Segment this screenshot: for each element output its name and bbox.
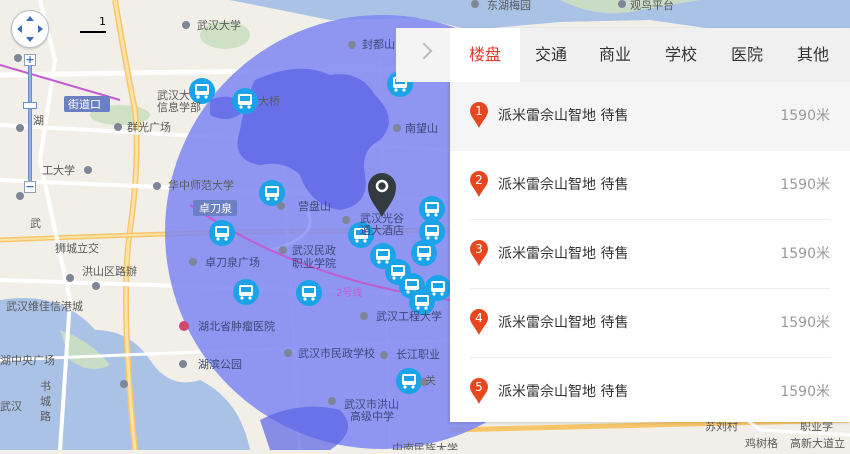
map-scale: 1: [80, 15, 106, 33]
nearby-panel: 楼盘 交通 商业 学校 医院 其他 1 派米雷佘山智地 待售 1590米 2 派…: [396, 28, 850, 422]
numbered-pin-icon: 2: [470, 171, 488, 197]
map-label: 武: [30, 217, 41, 230]
pin-number: 3: [475, 242, 483, 256]
map-label: 华中师范大学: [168, 178, 234, 192]
listing-distance: 1590米: [780, 384, 830, 400]
listing-name: 派米雷佘山智地 待售: [498, 108, 629, 124]
panel-collapse-button[interactable]: [396, 28, 450, 82]
numbered-pin-icon: 3: [470, 240, 488, 266]
listing-name: 派米雷佘山智地 待售: [498, 315, 629, 331]
map-label: 长江职业: [396, 348, 440, 361]
map-label: 营盘山: [298, 199, 331, 213]
chevron-right-icon: [415, 42, 433, 60]
map-label: 城: [40, 395, 51, 408]
zoom-control[interactable]: + −: [23, 52, 37, 198]
list-item[interactable]: 2 派米雷佘山智地 待售 1590米: [470, 151, 830, 220]
numbered-pin-icon: 1: [470, 102, 488, 128]
listing-distance: 1590米: [780, 177, 830, 193]
tab-loupan[interactable]: 楼盘: [450, 28, 520, 82]
listing-distance: 1590米: [780, 108, 830, 124]
tab-xuexiao[interactable]: 学校: [648, 28, 714, 82]
category-tabs: 楼盘 交通 商业 学校 医院 其他: [450, 28, 850, 82]
map-label: 2号线: [336, 286, 362, 299]
map-label: 职业学院: [292, 256, 336, 270]
map-label: 武汉大学: [197, 18, 241, 32]
map-label: 武汉大: [157, 88, 190, 102]
map-label: 观鸟平台: [630, 0, 674, 12]
numbered-pin-icon: 4: [470, 309, 488, 335]
listing-name: 派米雷佘山智地 待售: [498, 246, 629, 262]
pin-number: 2: [475, 173, 483, 187]
list-item[interactable]: 1 派米雷佘山智地 待售 1590米: [450, 82, 850, 151]
map-label: 书: [40, 380, 51, 393]
list-item[interactable]: 3 派米雷佘山智地 待售 1590米: [470, 220, 830, 289]
tab-jiaotong[interactable]: 交通: [520, 28, 582, 82]
listing-list: 1 派米雷佘山智地 待售 1590米 2 派米雷佘山智地 待售 1590米 3 …: [450, 82, 850, 426]
map-label: 武汉市民政学校: [298, 346, 375, 360]
map-label: 卓刀泉: [199, 201, 232, 215]
listing-name: 派米雷佘山智地 待售: [498, 177, 629, 193]
tab-yiyuan[interactable]: 医院: [714, 28, 780, 82]
map-label: 卓刀泉广场: [205, 255, 260, 269]
listing-distance: 1590米: [780, 315, 830, 331]
scale-value: 1: [99, 15, 106, 28]
map-label: 高级中学: [350, 409, 394, 423]
zoom-out-button[interactable]: −: [24, 181, 36, 193]
zoom-slider-track[interactable]: [28, 65, 32, 185]
pin-number: 4: [475, 311, 483, 325]
pan-arrows-icon: [17, 16, 43, 42]
map-label: 武汉民政: [292, 243, 336, 257]
pan-control[interactable]: [11, 10, 49, 48]
numbered-pin-icon: 5: [470, 378, 488, 404]
list-item[interactable]: 4 派米雷佘山智地 待售 1590米: [470, 289, 830, 358]
map-label: 武汉: [0, 400, 22, 413]
listing-distance: 1590米: [780, 246, 830, 262]
map-label: 东湖梅园: [487, 0, 531, 12]
zoom-slider-knob[interactable]: [23, 102, 37, 109]
listing-name: 派米雷佘山智地 待售: [498, 384, 629, 400]
tab-shangye[interactable]: 商业: [582, 28, 648, 82]
map-label: 大桥: [258, 94, 280, 108]
map-label: 湖北省肿瘤医院: [198, 319, 275, 333]
map-label: 高新大道立: [790, 436, 845, 450]
map-label: 中南民族大学: [392, 441, 458, 450]
map-label: 关: [425, 373, 436, 387]
map-label: 路: [40, 410, 51, 423]
map-label: 湖滨公园: [198, 357, 242, 371]
map-label: 武汉市洪山: [344, 397, 399, 411]
map-label: 洪山区路辦: [82, 264, 137, 278]
map-label: 武汉工程大学: [376, 309, 442, 323]
map-label: 群光广场: [127, 120, 171, 134]
map-label: 湖中央广场: [0, 353, 55, 367]
map-label: 通大酒店: [360, 223, 404, 237]
map-label: 封都山: [362, 37, 395, 51]
tab-qita[interactable]: 其他: [780, 28, 846, 82]
pin-number: 1: [475, 104, 483, 118]
map-label: 鸡树格: [745, 436, 778, 450]
list-item[interactable]: 5 派米雷佘山智地 待售 1590米: [470, 358, 830, 426]
pin-number: 5: [475, 380, 483, 394]
map-label: 南望山: [405, 122, 438, 135]
map-label: 街道口: [68, 97, 101, 111]
map-label: 工大学: [42, 163, 75, 177]
map-label: 信息学部: [157, 100, 201, 114]
map-label: 武汉维佳信港城: [6, 299, 83, 313]
map-label: 狮城立交: [55, 241, 99, 255]
